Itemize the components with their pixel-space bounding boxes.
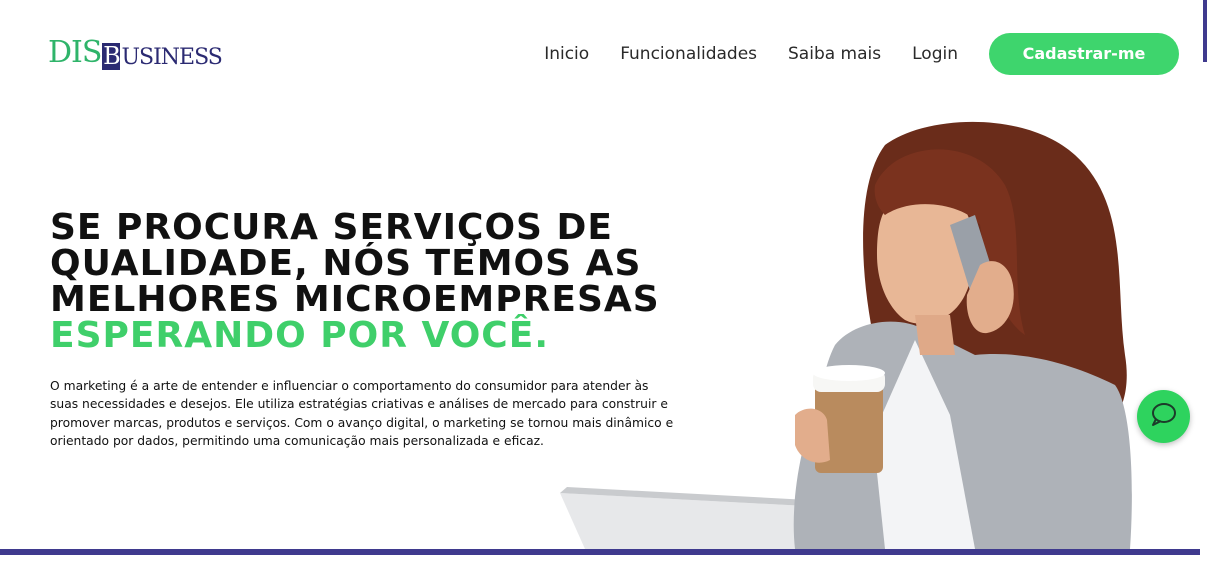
hero-image-woman-on-phone <box>560 121 1132 549</box>
chat-bubble-icon <box>1150 401 1178 432</box>
bottom-edge <box>0 555 1207 562</box>
coffee-cup <box>795 365 885 473</box>
logo-text-usiness: USINESS <box>121 45 222 70</box>
nav-link-saiba-mais[interactable]: Saiba mais <box>788 33 881 75</box>
scrollbar-thumb[interactable] <box>1203 0 1207 62</box>
nav-link-funcionalidades[interactable]: Funcionalidades <box>620 33 757 75</box>
nav-link-inicio[interactable]: Inicio <box>544 33 589 75</box>
main-nav: Inicio Funcionalidades Saiba mais Login … <box>544 33 1179 75</box>
signup-button[interactable]: Cadastrar-me <box>989 33 1179 75</box>
logo-mark: B <box>102 42 121 70</box>
brand-logo[interactable]: DIS B USINESS <box>48 34 223 70</box>
logo-text-dis: DIS <box>48 35 102 70</box>
chat-button[interactable] <box>1137 390 1190 443</box>
nav-link-login[interactable]: Login <box>912 33 958 75</box>
page-scrollbar[interactable] <box>1202 0 1207 550</box>
